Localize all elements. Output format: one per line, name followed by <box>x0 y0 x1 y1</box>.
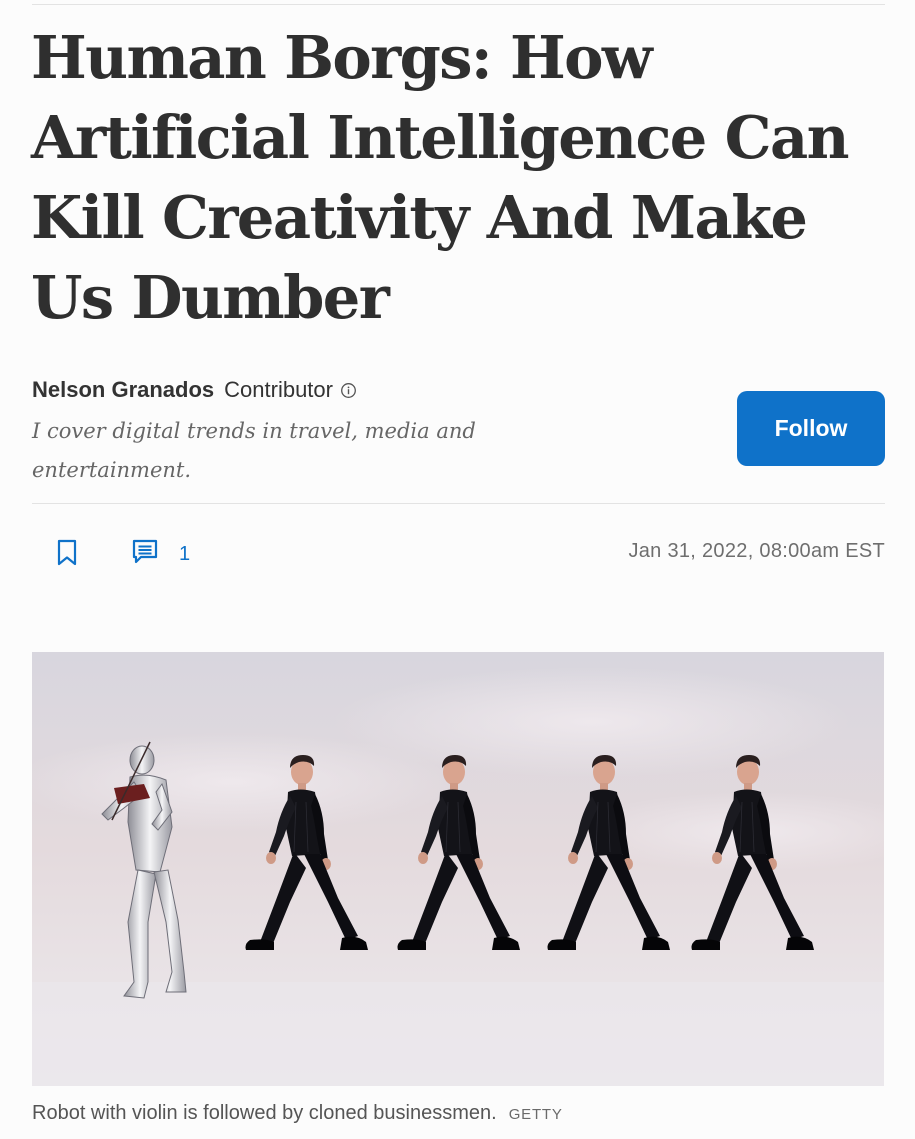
follow-button[interactable]: Follow <box>737 391 885 466</box>
publish-date: Jan 31, 2022, 08:00am EST <box>628 540 885 562</box>
image-credit: GETTY <box>508 1106 563 1123</box>
comments-button[interactable]: 1 <box>131 538 190 570</box>
article-headline: Human Borgs: How Artificial Intelligence… <box>31 23 850 332</box>
author-bio: I cover digital trends in travel, media … <box>32 419 476 482</box>
info-circle-icon[interactable] <box>340 382 357 399</box>
hero-image <box>32 652 884 1086</box>
comment-icon <box>131 538 159 571</box>
byline: Nelson Granados Contributor <box>32 374 357 406</box>
bookmark-icon <box>56 539 78 572</box>
author-name-link[interactable]: Nelson Granados <box>32 377 214 403</box>
author-role: Contributor <box>224 377 333 402</box>
comment-count: 1 <box>179 542 191 565</box>
image-caption: Robot with violin is followed by cloned … <box>32 1102 563 1125</box>
bookmark-button[interactable] <box>53 538 81 572</box>
byline-divider <box>32 503 885 504</box>
top-divider <box>32 4 885 5</box>
caption-text: Robot with violin is followed by cloned … <box>32 1102 497 1124</box>
